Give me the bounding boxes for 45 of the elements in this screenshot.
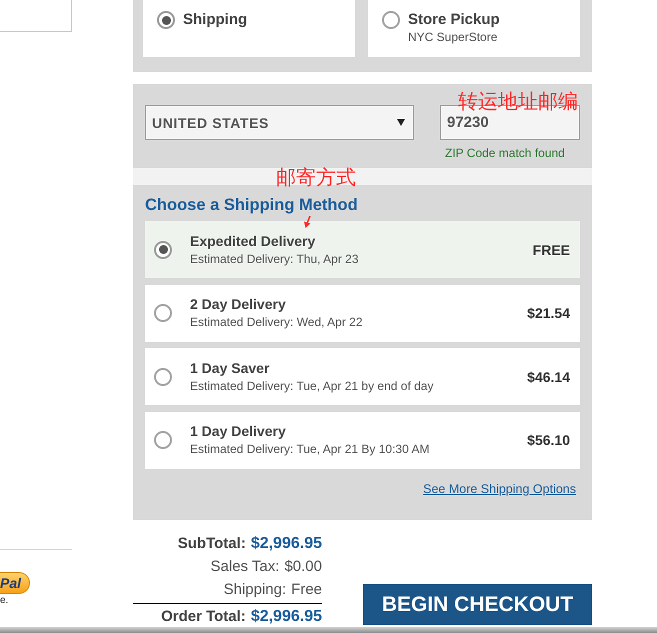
delivery-estimate: Estimated Delivery: Tue, Apr 21 by end of day	[190, 378, 434, 394]
delivery-option[interactable]: Shipping	[143, 0, 355, 57]
radio-icon[interactable]	[154, 304, 172, 322]
summary-label: Order Total:	[161, 607, 246, 627]
shipping-option[interactable]: 1 Day Saver Estimated Delivery: Tue, Apr 21 by end of day $46.14	[145, 348, 580, 405]
summary-value: $2,996.95	[250, 607, 322, 627]
summary-label: Sales Tax:	[210, 557, 280, 577]
delivery-estimate: Estimated Delivery: Thu, Apr 23	[190, 252, 359, 266]
radio-icon[interactable]	[382, 11, 400, 29]
summary-value: Free	[291, 580, 322, 600]
summary-value: $0.00	[284, 557, 322, 577]
radio-icon[interactable]	[154, 431, 172, 449]
delivery-estimate: Estimated Delivery: Wed, Apr 22	[190, 315, 363, 330]
section-heading: Choose a Shipping Method	[145, 197, 358, 214]
method-price: FREE	[532, 242, 570, 258]
method-price: $56.10	[527, 432, 570, 448]
shipping-option[interactable]: Expedited Delivery Estimated Delivery: Thu, Apr 23 FREE	[145, 221, 580, 278]
method-price: $46.14	[527, 368, 570, 384]
note-text: e.	[0, 595, 8, 607]
method-name: Expedited Delivery	[190, 232, 316, 250]
option-label: Store Pickup	[408, 11, 500, 29]
zip-status: ZIP Code match found	[444, 146, 565, 160]
checkout-button[interactable]: BEGIN CHECKOUT	[363, 584, 592, 625]
delivery-estimate: Estimated Delivery: Tue, Apr 21 By 10:30 AM	[190, 442, 430, 457]
annotation-text: 邮寄方式	[276, 166, 356, 188]
annotation-arrow	[304, 216, 311, 228]
caret-icon	[397, 119, 405, 126]
method-name: 1 Day Delivery	[190, 423, 286, 440]
method-name: 1 Day Saver	[190, 360, 270, 376]
option-label: Shipping	[183, 11, 248, 29]
paypal-button[interactable]: Pal	[0, 572, 30, 594]
delivery-option[interactable]: Store Pickup NYC SuperStore	[368, 0, 580, 57]
option-sublabel: NYC SuperStore	[408, 30, 498, 44]
country-select[interactable]: UNITED STATES	[145, 105, 414, 140]
shipping-option[interactable]: 2 Day Delivery Estimated Delivery: Wed, Apr 22 $21.54	[145, 284, 580, 342]
radio-icon[interactable]	[154, 368, 172, 386]
radio-icon[interactable]	[157, 11, 175, 29]
method-price: $21.54	[527, 305, 570, 321]
method-name: 2 Day Delivery	[190, 296, 286, 313]
summary-label: Shipping:	[224, 580, 286, 600]
summary-label: SubTotal:	[178, 534, 246, 554]
summary-value: $2,996.95	[250, 534, 322, 554]
radio-icon[interactable]	[154, 240, 172, 258]
more-options-link[interactable]: See More Shipping Options	[423, 482, 576, 496]
shipping-option[interactable]: 1 Day Delivery Estimated Delivery: Tue, Apr 21 By 10:30 AM $56.10	[145, 412, 580, 468]
